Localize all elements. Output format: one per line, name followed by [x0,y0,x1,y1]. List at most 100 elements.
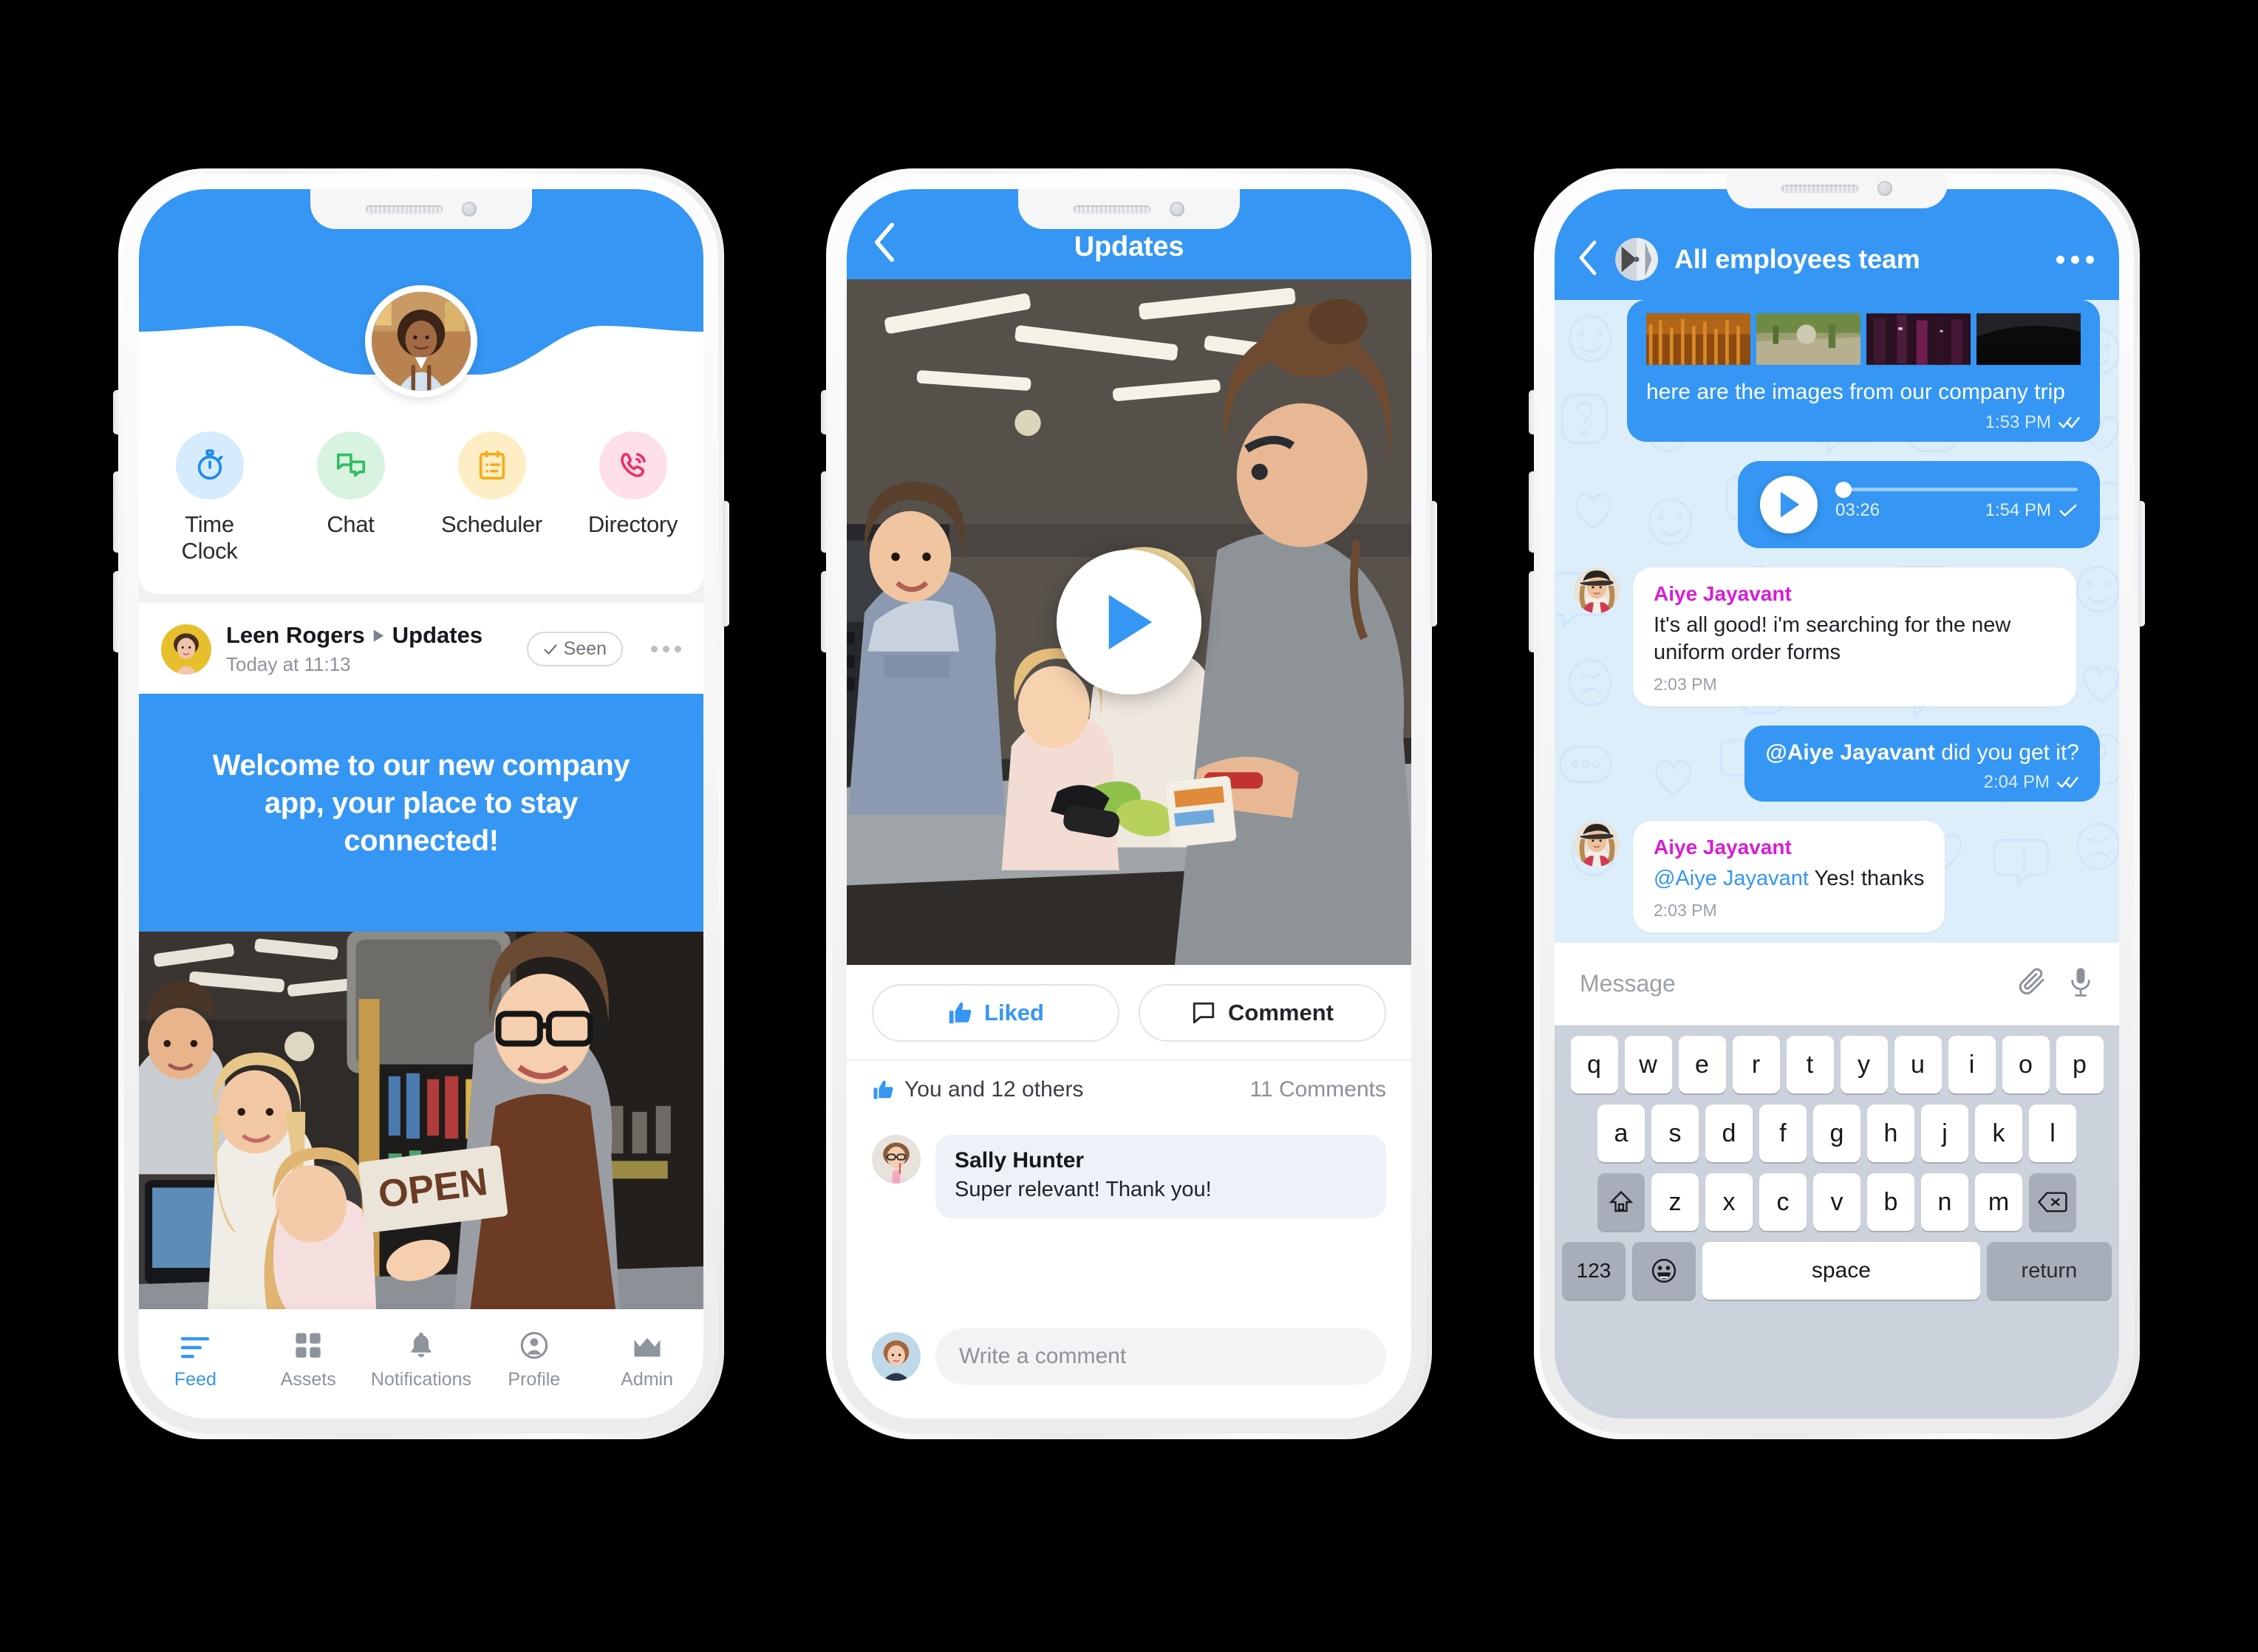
chat-menu-button[interactable] [2056,255,2094,264]
play-button[interactable] [1057,550,1201,694]
clipboard-icon [457,431,526,499]
key-b[interactable]: b [1867,1173,1914,1231]
key-d[interactable]: d [1705,1105,1753,1162]
seen-badge[interactable]: Seen [526,632,623,666]
message-input[interactable]: Message [1580,970,1998,997]
tab-assets[interactable]: Assets [256,1325,360,1390]
key-j[interactable]: j [1921,1105,1968,1162]
voice-message[interactable]: 03:26 1:54 PM [1738,460,2100,548]
mention-token[interactable]: @Aiye Jayavant [1654,867,1809,890]
likes-summary[interactable]: You and 12 others [872,1077,1083,1102]
key-y[interactable]: y [1840,1036,1888,1093]
key-h[interactable]: h [1867,1105,1914,1162]
group-avatar[interactable] [1615,238,1658,281]
like-button[interactable]: Liked [872,984,1119,1042]
key-q[interactable]: q [1570,1036,1618,1093]
key-a[interactable]: a [1597,1105,1645,1162]
emoji-smile-icon[interactable] [1632,1242,1696,1300]
sender-avatar[interactable] [1574,821,1620,867]
volume-up-button[interactable] [1529,471,1535,553]
tab-admin[interactable]: Admin [596,1325,699,1390]
write-comment-input[interactable]: Write a comment [935,1328,1386,1385]
attach-button[interactable] [2017,966,2048,1001]
power-button[interactable] [2138,501,2145,627]
back-button[interactable] [872,222,897,266]
key-return[interactable]: return [1986,1242,2112,1300]
key-r[interactable]: r [1732,1036,1780,1093]
message-bubble[interactable]: here are the images from our company tri… [1627,300,2100,442]
chat-bubbles-icon [316,431,385,499]
voice-slider-handle[interactable] [1835,482,1852,498]
tab-profile[interactable]: Profile [482,1325,586,1390]
power-button[interactable] [1430,501,1437,627]
key-c[interactable]: c [1759,1173,1807,1231]
mute-switch[interactable] [1529,390,1535,434]
post-stats: You and 12 others 11 Comments [847,1059,1411,1119]
back-button[interactable] [1577,240,1599,279]
chat-title: All employees team [1674,244,1920,274]
voice-record-button[interactable] [2067,966,2094,1001]
sender-name: Aiye Jayavant [1654,836,1792,859]
key-u[interactable]: u [1894,1036,1942,1093]
power-button[interactable] [723,501,729,627]
post-photo[interactable]: OPEN [139,931,703,1316]
volume-down-button[interactable] [1529,571,1535,652]
key-o[interactable]: o [2002,1036,2050,1093]
post-video[interactable] [847,279,1411,965]
post-author-avatar[interactable] [161,624,211,675]
quick-action-time-clock[interactable]: Time Clock [154,431,265,564]
voice-play-button[interactable] [1760,475,1818,533]
key-f[interactable]: f [1759,1105,1807,1162]
trip-photo-2 [1756,313,1860,365]
key-t[interactable]: t [1786,1036,1834,1093]
comment-author-avatar[interactable] [872,1135,921,1184]
quick-action-chat[interactable]: Chat [296,431,406,538]
backspace-icon[interactable] [2029,1173,2076,1231]
volume-down-button[interactable] [821,571,828,652]
key-z[interactable]: z [1651,1173,1699,1231]
comments-count[interactable]: 11 Comments [1249,1077,1386,1102]
earpiece-speaker [1074,205,1150,214]
user-avatar[interactable] [365,285,477,397]
message-bubble[interactable]: Aiye Jayavant @Aiye Jayavant Yes! thanks… [1633,821,1945,933]
feed-scroll[interactable]: Time Clock Chat Scheduler Directory Leen… [139,374,703,1419]
chat-messages[interactable]: here are the images from our company tri… [1555,300,2119,943]
key-m[interactable]: m [1975,1173,2022,1231]
volume-up-button[interactable] [821,471,828,553]
earpiece-speaker [366,205,443,214]
mute-switch[interactable] [113,390,120,434]
shift-home-icon[interactable] [1597,1173,1645,1231]
tab-feed[interactable]: Feed [143,1325,247,1390]
key-space[interactable]: space [1702,1242,1980,1300]
key-w[interactable]: w [1624,1036,1672,1093]
volume-down-button[interactable] [113,571,120,652]
key-s[interactable]: s [1651,1105,1699,1162]
mute-switch[interactable] [821,390,828,434]
post-options-button[interactable] [651,646,681,652]
key-v[interactable]: v [1813,1173,1860,1231]
keyboard-row-3: zxcvbnm [1562,1173,2112,1231]
voice-progress-slider[interactable] [1835,482,2078,498]
message-bubble[interactable]: @Aiye Jayavant did you get it? 2:04 PM [1744,725,2100,802]
quick-action-scheduler[interactable]: Scheduler [437,431,548,538]
screenshot-stage: Time Clock Chat Scheduler Directory Leen… [0,0,2258,1652]
sender-avatar[interactable] [1574,567,1620,613]
current-user-avatar[interactable] [872,1332,921,1381]
key-numbers[interactable]: 123 [1562,1242,1626,1300]
key-l[interactable]: l [2029,1105,2076,1162]
message-bubble[interactable]: Aiye Jayavant It's all good! i'm searchi… [1633,567,2076,706]
key-p[interactable]: p [2056,1036,2104,1093]
key-x[interactable]: x [1705,1173,1753,1231]
key-e[interactable]: e [1678,1036,1726,1093]
key-i[interactable]: i [1948,1036,1996,1093]
quick-action-directory[interactable]: Directory [578,431,689,538]
comment-button[interactable]: Comment [1139,984,1386,1042]
tab-notifications[interactable]: Notifications [369,1325,473,1390]
quick-action-label: Time Clock [181,511,238,564]
key-g[interactable]: g [1813,1105,1860,1162]
key-n[interactable]: n [1921,1173,1968,1231]
key-k[interactable]: k [1975,1105,2022,1162]
image-thumbnails[interactable] [1646,312,2081,366]
mention-token[interactable]: @Aiye Jayavant [1765,740,1934,765]
volume-up-button[interactable] [113,471,120,553]
